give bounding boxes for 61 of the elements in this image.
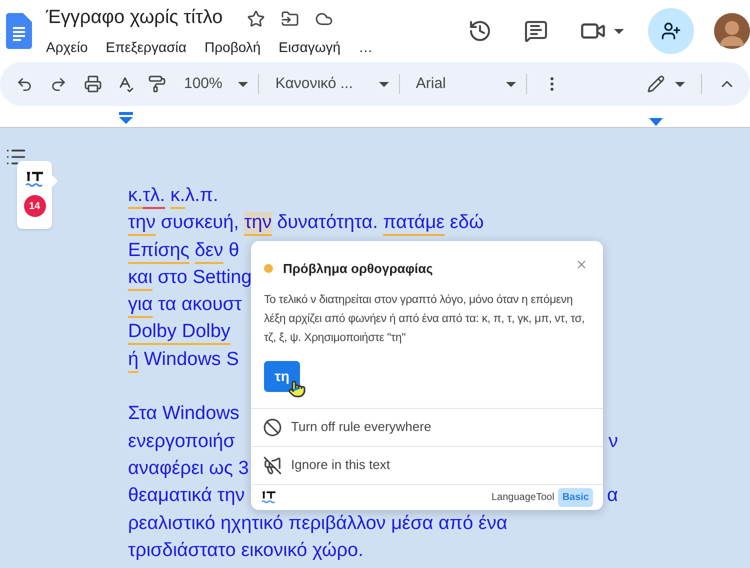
font-dropdown[interactable]: Arial — [416, 72, 516, 96]
paint-format-icon[interactable] — [148, 75, 166, 93]
lt-logo-icon — [24, 169, 44, 189]
menu-item[interactable]: Επεξεργασία — [106, 36, 186, 58]
hand-cursor-icon — [288, 380, 306, 398]
history-icon[interactable] — [468, 19, 492, 43]
menu-item[interactable]: Εισαγωγή — [278, 36, 341, 58]
document-text: τρισδιάστατο εικονικό χώρο. — [128, 538, 364, 563]
caret-icon — [506, 82, 516, 86]
print-icon[interactable] — [84, 75, 102, 93]
ignore-icon — [263, 456, 282, 474]
document-text: Dolby Dolby — [128, 320, 230, 344]
menu-item[interactable]: Αρχείο — [46, 36, 88, 58]
document-text: ή Windows S — [128, 348, 239, 372]
pencil-icon[interactable] — [647, 75, 665, 93]
caret-icon — [614, 28, 624, 34]
suggestion-button[interactable]: τη — [264, 360, 300, 392]
document-text: την συσκευή, την δυνατότητα. πατάμε εδώ — [128, 211, 484, 236]
lt-logo-icon — [261, 489, 277, 505]
docs-logo-icon[interactable] — [6, 13, 32, 49]
document-text: κ.τλ. κ.λ.π. — [128, 184, 218, 208]
document-text: θεαματικά την — [128, 484, 245, 508]
document-text: αναφέρει ως 3 — [128, 456, 249, 481]
pointer-icon — [52, 175, 58, 187]
caret-icon — [378, 82, 389, 86]
issue-count-badge: 14 — [24, 195, 46, 217]
document-text: α — [607, 484, 618, 508]
action-label: Ignore in this text — [291, 456, 390, 474]
document-text: ρεαλιστικό ηχητικό περιβάλλον μέσα από ένα — [128, 512, 508, 536]
zoom-dropdown[interactable]: 100% — [184, 72, 248, 96]
action-label: Turn off rule everywhere — [291, 418, 432, 436]
document-text: ενεργοποιήσ — [128, 430, 235, 454]
action-row[interactable]: Ignore in this text — [251, 446, 603, 484]
star-icon[interactable] — [246, 10, 265, 28]
redo-icon[interactable] — [50, 76, 67, 92]
menu-item[interactable]: Προβολή — [204, 36, 261, 58]
style-dropdown[interactable]: Κανονικό ... — [275, 72, 389, 96]
share-button[interactable] — [648, 8, 694, 54]
folder-icon[interactable] — [280, 10, 299, 28]
document-text: Επίσης δεν θ — [128, 238, 240, 263]
issue-description: Το τελικό ν διατηρείται στον γραπτό λόγο, μόνο όταν η επόμενη λέξη αρχίζει από φωνήεν ή από ένα από τα: κ, π, τ, γκ, μπ, ντ, τσ, τζ, ξ, ψ. Χρησιμοποιήστε "τη" — [263, 292, 586, 346]
plan-badge: Basic — [558, 488, 593, 506]
document-text: ν — [608, 430, 618, 454]
document-text: και στο Setting — [128, 266, 252, 290]
caret-icon — [675, 82, 685, 86]
brand-name: LanguageTool — [491, 490, 554, 504]
menu-item[interactable]: … — [358, 36, 373, 58]
document-title[interactable]: Έγγραφο χωρίς τίτλο — [46, 4, 223, 33]
action-row[interactable]: Turn off rule everywhere — [251, 408, 603, 446]
caret-icon — [238, 82, 248, 86]
comment-icon[interactable] — [524, 19, 548, 43]
close-icon[interactable] — [575, 258, 588, 272]
right-margin-marker-icon[interactable] — [649, 118, 663, 126]
document-text: για τα ακουστ — [128, 293, 242, 318]
indent-marker-icon[interactable] — [119, 112, 133, 124]
disable-icon — [263, 418, 282, 436]
document-text: Στα Windows — [128, 402, 240, 426]
undo-icon[interactable] — [16, 76, 33, 92]
popup-title: Πρόβλημα ορθογραφίας — [283, 260, 433, 278]
avatar[interactable] — [714, 13, 750, 49]
add-person-icon — [661, 21, 681, 41]
